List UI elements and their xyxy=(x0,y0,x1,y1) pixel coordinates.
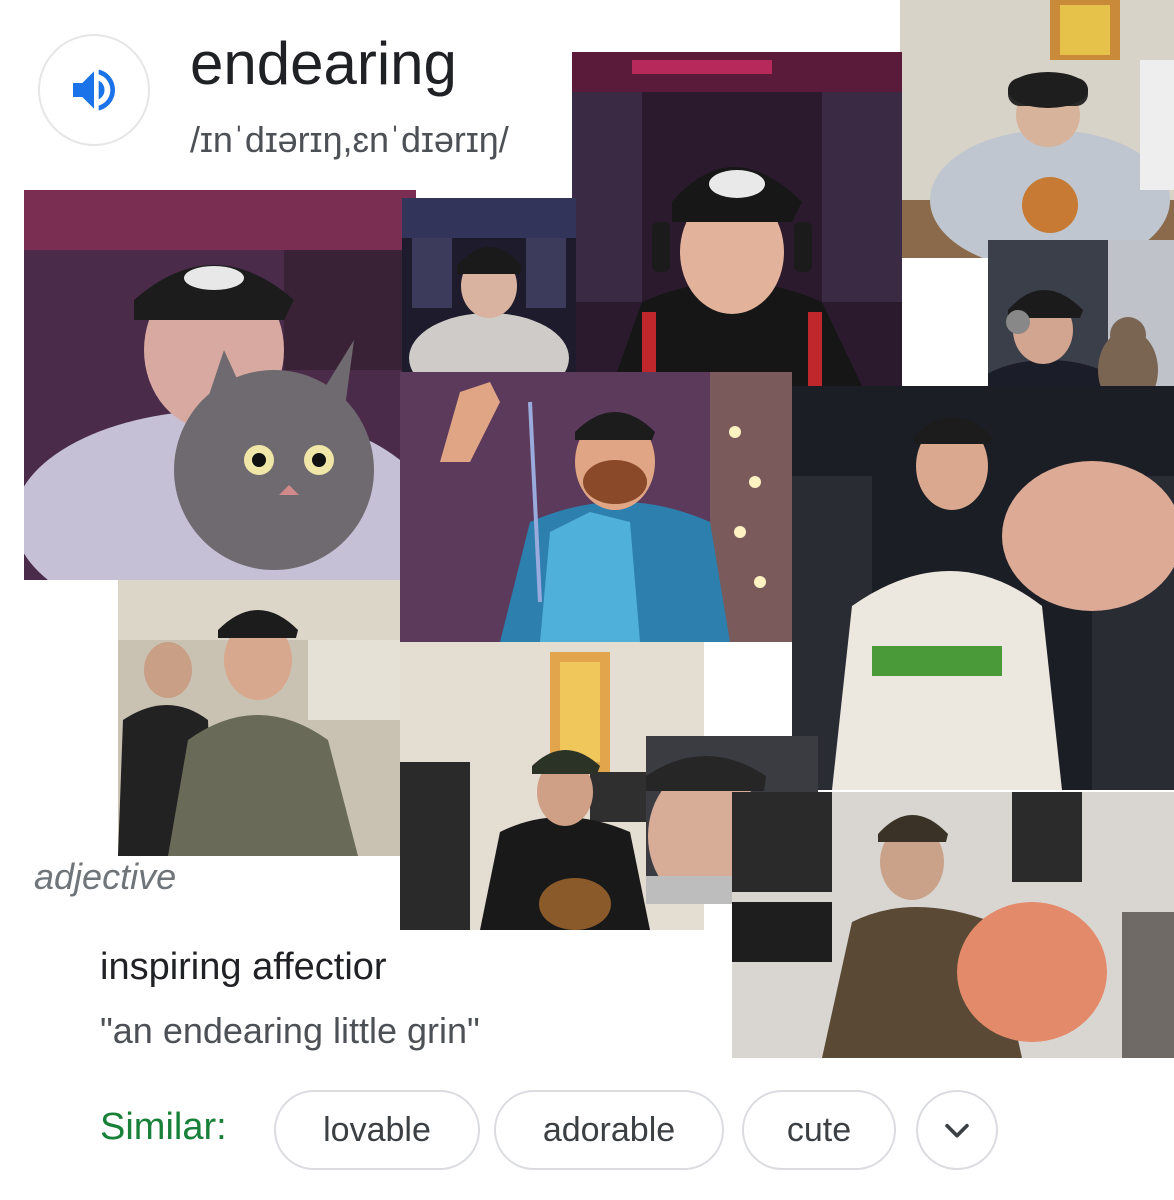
expand-similar-button[interactable] xyxy=(916,1090,998,1170)
photo-headphones-room xyxy=(900,0,1174,258)
example-sentence: "an endearing little grin" xyxy=(100,1010,480,1051)
photo-point-camera xyxy=(732,792,1174,1058)
photo-punch-gym xyxy=(792,386,1174,790)
definition-text: inspiring affectior xyxy=(100,946,387,988)
word-title: endearing xyxy=(190,30,457,97)
chevron-down-icon xyxy=(945,1123,969,1138)
similar-label: Similar: xyxy=(100,1106,227,1148)
photo-cat-hold xyxy=(24,190,416,580)
similar-chip-lovable[interactable]: lovable xyxy=(274,1090,480,1170)
similar-chip-adorable[interactable]: adorable xyxy=(494,1090,724,1170)
photo-hoodie-smile xyxy=(402,198,576,372)
phonetic-spelling: /ɪnˈdɪərɪŋ,ɛnˈdɪərɪŋ/ xyxy=(190,119,509,160)
pronunciation-button[interactable] xyxy=(38,34,150,146)
photo-store-friends xyxy=(118,580,400,856)
part-of-speech: adjective xyxy=(34,856,177,897)
photo-streamer-jacket xyxy=(572,52,902,386)
photo-rave-lights xyxy=(400,372,792,642)
similar-chip-cute[interactable]: cute xyxy=(742,1090,896,1170)
speaker-icon xyxy=(73,69,115,111)
